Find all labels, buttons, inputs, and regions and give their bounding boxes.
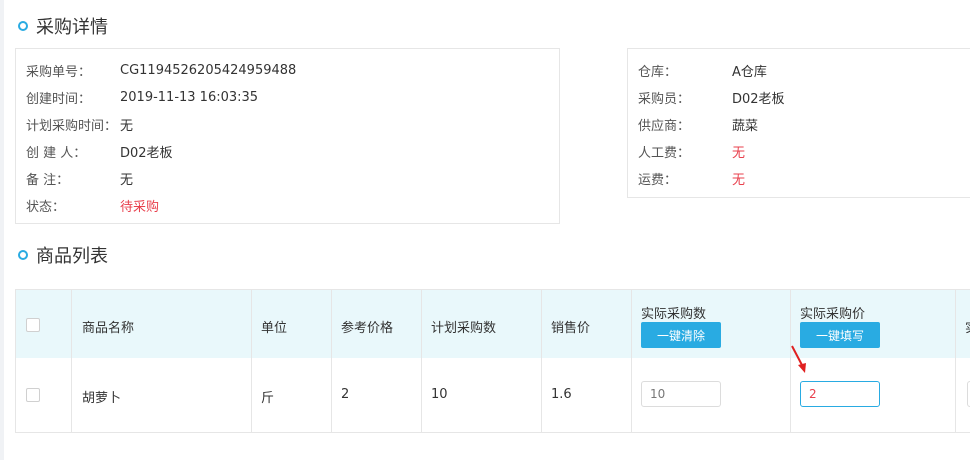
clear-all-button[interactable]: 一键清除 xyxy=(641,322,721,348)
annotation-arrow-icon xyxy=(791,345,806,373)
column-header-ref-price: 参考价格 xyxy=(341,321,394,336)
status-badge: 待采购 xyxy=(120,199,160,215)
cell-product-name: 胡萝卜 xyxy=(82,391,122,406)
column-divider xyxy=(955,290,956,432)
info-row-warehouse: 仓库： A仓库 xyxy=(638,64,767,80)
purchase-details-title: 采购详情 xyxy=(18,14,108,38)
cell-sale-price: 1.6 xyxy=(551,387,572,402)
column-divider xyxy=(631,290,632,432)
purchase-info-right: 仓库： A仓库 采购员： D02老板 供应商： 蔬菜 人工费： 无 运费： 无 xyxy=(627,48,970,198)
cell-ref-price: 2 xyxy=(341,387,350,402)
column-header-sale-price: 销售价 xyxy=(551,321,591,336)
cell-unit: 斤 xyxy=(261,391,275,406)
section-dot-icon xyxy=(18,250,28,260)
row-checkbox[interactable] xyxy=(26,388,40,402)
arrow-shaft xyxy=(791,345,804,368)
info-row-shipping-cost: 运费： 无 xyxy=(638,172,746,188)
section-dot-icon xyxy=(18,21,28,31)
actual-qty-input[interactable]: 10 xyxy=(641,381,721,407)
column-header-unit: 单位 xyxy=(261,321,288,336)
column-header-actual-price: 实际采购价 xyxy=(800,307,866,322)
select-all-checkbox[interactable] xyxy=(26,318,40,332)
column-header-actual-qty: 实际采购数 xyxy=(641,307,707,322)
actual-price-input[interactable]: 2 xyxy=(800,381,880,407)
column-divider xyxy=(71,290,72,432)
info-row-supplier: 供应商： 蔬菜 xyxy=(638,118,759,134)
info-row-labor-cost: 人工费： 无 xyxy=(638,145,746,161)
info-row-planned-time: 计划采购时间： 无 xyxy=(26,118,134,134)
arrow-head xyxy=(798,363,806,373)
info-row-created-time: 创建时间： 2019-11-13 16:03:35 xyxy=(26,89,259,107)
column-divider xyxy=(251,290,252,432)
column-divider xyxy=(421,290,422,432)
info-row-order-no: 采购单号： CG1194526205424959488 xyxy=(26,62,297,80)
info-row-creator: 创 建 人： D02老板 xyxy=(26,145,173,161)
column-divider xyxy=(331,290,332,432)
page: 采购详情 采购单号： CG1194526205424959488 创建时间： 2… xyxy=(4,0,970,460)
column-header-name: 商品名称 xyxy=(82,321,135,336)
purchase-info-left: 采购单号： CG1194526205424959488 创建时间： 2019-1… xyxy=(15,48,560,224)
column-header-planned-qty: 计划采购数 xyxy=(431,321,497,336)
info-row-status: 状态： 待采购 xyxy=(26,195,159,215)
info-row-buyer: 采购员： D02老板 xyxy=(638,91,785,107)
product-table: 商品名称 单位 参考价格 计划采购数 销售价 实际采购数 一键清除 实际采购价 … xyxy=(15,289,970,433)
column-header-partial: 实 xyxy=(965,317,970,336)
product-list-title: 商品列表 xyxy=(18,243,108,267)
info-row-remark: 备 注： 无 xyxy=(26,172,134,188)
cell-planned-qty: 10 xyxy=(431,387,448,402)
column-divider xyxy=(541,290,542,432)
